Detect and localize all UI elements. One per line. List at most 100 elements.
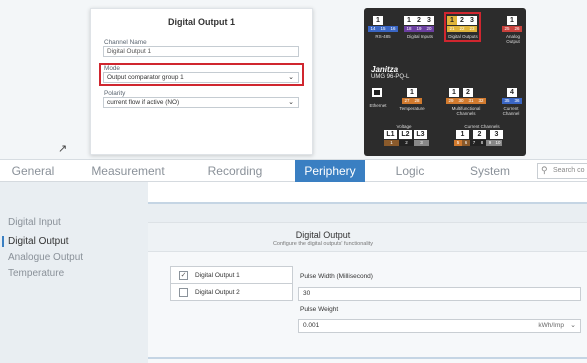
sidebar-active-marker — [2, 236, 4, 247]
pin: 28 — [412, 98, 422, 104]
sidebar-item-digital-output[interactable]: Digital Output — [8, 236, 69, 247]
voltage-label: Voltage — [396, 124, 412, 129]
pin: 25 — [502, 26, 512, 32]
current-channels-pins: 5 6 7 8 9 10 — [454, 140, 502, 146]
digital-inputs-terminal[interactable]: 1 2 3 — [404, 16, 434, 25]
pin: 27 — [402, 98, 412, 104]
current-channel-pins: 35 36 — [502, 98, 522, 104]
pin: 19 — [414, 26, 424, 32]
terminal-number: L3 — [414, 130, 427, 139]
pin: 29 — [446, 98, 456, 104]
analog-output-label: Analog Output — [505, 34, 520, 44]
pin: 15 — [378, 26, 388, 32]
voltage-terminal[interactable]: L1 L2 L3 — [384, 130, 427, 139]
pin: 8 — [478, 140, 486, 146]
terminal-number: 2 — [414, 16, 424, 25]
current-channel-label: Current Channel — [502, 106, 520, 116]
pulse-width-label: Pulse Width (Millisecond) — [300, 273, 373, 280]
tab-logic[interactable]: Logic — [380, 160, 440, 182]
multifunctional-pins: 29 30 31 32 — [446, 98, 486, 104]
current-channels-terminal[interactable]: 1 2 3 — [456, 130, 503, 139]
mode-highlight-box — [99, 63, 304, 86]
tab-measurement[interactable]: Measurement — [80, 160, 176, 182]
top-area: Digital Output 1 Channel Name Digital Ou… — [0, 0, 587, 160]
pin: 9 — [486, 140, 494, 146]
mouse-cursor-icon: ↗ — [58, 143, 68, 155]
tab-system[interactable]: System — [455, 160, 525, 182]
current-channels-label: Current Channels — [464, 124, 500, 129]
temperature-label: Temperature — [399, 106, 425, 111]
analog-output-terminal[interactable]: 1 — [507, 16, 517, 25]
channel-name-input[interactable]: Digital Output 1 — [103, 46, 299, 57]
multifunctional-label: Multifunctional Channels — [451, 106, 481, 116]
pin: 2 — [399, 140, 414, 146]
polarity-select[interactable]: current flow if active (NO) ⌄ — [103, 97, 299, 108]
device-brand: Janitza — [371, 65, 399, 74]
polarity-value: current flow if active (NO) — [107, 99, 180, 106]
terminal-number: 1 — [449, 88, 459, 97]
pin: 16 — [388, 26, 398, 32]
tab-recording[interactable]: Recording — [190, 160, 280, 182]
tab-periphery[interactable]: Periphery — [295, 160, 365, 182]
config-title: Digital Output 1 — [168, 17, 235, 27]
pulse-weight-unit[interactable]: kWh/Imp — [538, 320, 564, 332]
channel-name-label: Channel Name — [104, 39, 147, 46]
checkbox-unchecked[interactable] — [179, 288, 188, 297]
pin: 1 — [384, 140, 399, 146]
output-label: Digital Output 2 — [195, 289, 240, 296]
pulse-weight-input[interactable]: 0.001 kWh/Imp ⌄ — [298, 319, 581, 333]
temperature-pins: 27 28 — [402, 98, 422, 104]
analog-output-pins: 25 26 — [502, 26, 522, 32]
pin: 5 — [454, 140, 462, 146]
device-diagram: 1 14 15 16 RS-485 1 2 3 18 19 20 Digital… — [364, 8, 526, 156]
chevron-down-icon[interactable]: ⌄ — [570, 320, 576, 332]
chevron-down-icon: ⌄ — [288, 99, 294, 106]
ethernet-port-icon[interactable] — [372, 88, 382, 97]
digital-inputs-pins: 18 19 20 — [404, 26, 434, 32]
pin: 31 — [466, 98, 476, 104]
pulse-width-input[interactable]: 30 — [298, 287, 581, 301]
pin: 26 — [512, 26, 522, 32]
sidebar-item-temperature[interactable]: Temperature — [8, 268, 64, 279]
digital-outputs-highlight-box — [444, 12, 481, 42]
terminal-number: 1 — [373, 16, 383, 25]
card-header: Digital Output Configure the digital out… — [148, 222, 587, 252]
current-channel-terminal[interactable]: 4 — [507, 88, 517, 97]
temperature-terminal[interactable]: 1 — [407, 88, 417, 97]
polarity-label: Polarity — [104, 90, 126, 97]
search-icon: ⚲ — [541, 165, 548, 175]
terminal-number: 2 — [473, 130, 486, 139]
terminal-number: 3 — [490, 130, 503, 139]
pin: 14 — [368, 26, 378, 32]
rs485-label: RS-485 — [375, 34, 391, 39]
pin: 32 — [476, 98, 486, 104]
voltage-pins: 1 2 3 — [384, 140, 429, 146]
terminal-number: L2 — [399, 130, 412, 139]
output-row-2[interactable]: Digital Output 2 — [171, 284, 292, 301]
terminal-number: 1 — [404, 16, 414, 25]
output-label: Digital Output 1 — [195, 272, 240, 279]
rs485-terminal[interactable]: 1 — [373, 16, 383, 25]
tab-bar: General Measurement Recording Periphery … — [0, 160, 587, 182]
ethernet-label: Ethernet — [369, 103, 387, 108]
terminal-number: 1 — [407, 88, 417, 97]
terminal-number: 1 — [507, 16, 517, 25]
section-subtitle: Configure the digital outputs' functiona… — [272, 241, 374, 247]
checkbox-checked[interactable]: ✓ — [179, 271, 188, 280]
sidebar-item-digital-input[interactable]: Digital Input — [8, 217, 61, 228]
output-row-1[interactable]: ✓ Digital Output 1 — [171, 267, 292, 284]
sidebar-item-analogue-output[interactable]: Analogue Output — [8, 252, 83, 263]
terminal-number: 4 — [507, 88, 517, 97]
terminal-number: 2 — [463, 88, 473, 97]
channel-config-panel: Digital Output 1 Channel Name Digital Ou… — [90, 8, 313, 155]
pin: 10 — [494, 140, 502, 146]
pin: 7 — [470, 140, 478, 146]
multifunctional-terminal[interactable]: 1 2 — [449, 88, 473, 97]
tab-general[interactable]: General — [0, 160, 66, 182]
card-bottom-border — [148, 357, 587, 359]
pulse-weight-label: Pulse Weight — [300, 306, 339, 313]
pin: 35 — [502, 98, 512, 104]
terminal-number: L1 — [384, 130, 397, 139]
pin: 30 — [456, 98, 466, 104]
pin: 20 — [424, 26, 434, 32]
